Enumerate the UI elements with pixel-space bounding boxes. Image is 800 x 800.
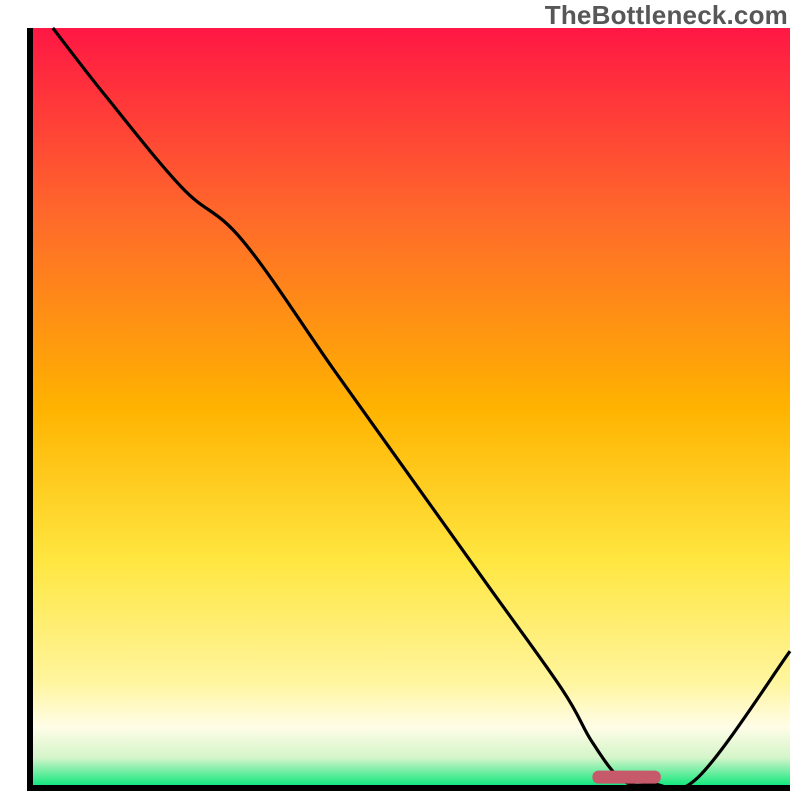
- watermark-text: TheBottleneck.com: [545, 0, 788, 31]
- bottleneck-chart: [0, 0, 800, 800]
- optimal-range-marker: [592, 771, 660, 784]
- chart-container: TheBottleneck.com: [0, 0, 800, 800]
